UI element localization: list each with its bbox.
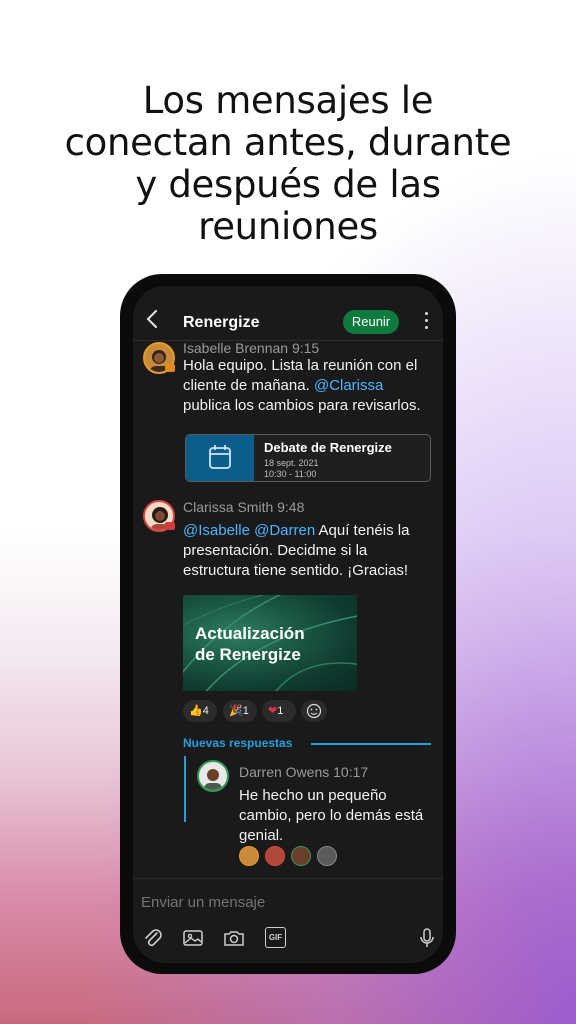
meeting-card[interactable]: Debate de Renergize 18 sept. 2021 10:30 …: [185, 434, 431, 482]
headline-line-4: reuniones: [198, 205, 378, 248]
add-reaction-button[interactable]: [301, 700, 327, 722]
presentation-image[interactable]: Actualización de Renergize: [183, 595, 357, 691]
message-text-part: publica los cambios para revisarlos.: [183, 397, 421, 414]
reaction-count: 1: [242, 705, 249, 717]
composer-divider: [133, 878, 443, 879]
gif-label: GIF: [268, 933, 283, 942]
avatar-darren[interactable]: [197, 760, 229, 792]
new-replies-label: Nuevas respuestas: [183, 736, 293, 750]
mention-isabelle[interactable]: @Isabelle: [183, 522, 250, 539]
status-badge: [165, 522, 175, 530]
reaction-thumbs-up[interactable]: 👍4: [183, 700, 217, 722]
reaction-count: 4: [202, 705, 209, 717]
mention-darren[interactable]: @Darren: [254, 522, 315, 539]
reaction-heart[interactable]: ❤1: [262, 700, 296, 722]
microphone-icon[interactable]: [415, 926, 439, 950]
headline-line-1: Los mensajes le: [142, 79, 434, 122]
headline-line-2: conectan antes, durante: [64, 121, 512, 164]
message-text: Hola equipo. Lista la reunión con el cli…: [183, 356, 423, 416]
image-icon[interactable]: [181, 926, 205, 950]
video-badge-icon: [165, 364, 175, 372]
meeting-datetime: 18 sept. 2021 10:30 - 11:00: [264, 458, 319, 480]
reply-text: He hecho un pequeño cambio, pero lo demá…: [239, 787, 424, 844]
reaction-party[interactable]: 🎉1: [223, 700, 257, 722]
person-icon: [204, 769, 222, 790]
meeting-title: Debate de Renergize: [264, 440, 392, 455]
party-popper-icon: 🎉: [229, 705, 243, 717]
image-caption: Actualización de Renergize: [195, 623, 305, 665]
image-caption-line: de Renergize: [195, 645, 301, 664]
chat-screen: Renergize Reunir Isabelle Brennan 9:15 H…: [133, 286, 443, 963]
image-caption-line: Actualización: [195, 624, 305, 643]
meeting-time: 10:30 - 11:00: [264, 469, 317, 479]
chat-header: Renergize Reunir: [133, 286, 443, 340]
read-receipt-avatar: [317, 846, 337, 866]
meeting-date: 18 sept. 2021: [264, 458, 319, 468]
chat-title: Renergize: [183, 314, 260, 331]
camera-icon[interactable]: [222, 926, 246, 950]
message-author-time: Isabelle Brennan 9:15: [183, 340, 320, 356]
gif-icon[interactable]: GIF: [265, 927, 286, 948]
message-author-time: Clarissa Smith 9:48: [183, 499, 305, 515]
meet-button[interactable]: Reunir: [343, 310, 399, 334]
smiley-icon: [306, 703, 322, 719]
thread-indicator: [184, 756, 186, 822]
mention-clarissa[interactable]: @Clarissa: [314, 377, 383, 394]
read-receipt-avatar: [265, 846, 285, 866]
heart-icon: ❤: [268, 705, 278, 717]
new-replies-divider: [311, 743, 431, 745]
message-input[interactable]: [141, 894, 421, 911]
attach-icon[interactable]: [141, 926, 165, 950]
read-receipt-avatar: [239, 846, 259, 866]
calendar-icon: [209, 445, 231, 469]
headline-line-3: y después de las: [135, 163, 441, 206]
message-text: @Isabelle @Darren Aquí tenéis la present…: [183, 521, 433, 581]
thumbs-up-icon: 👍: [189, 705, 203, 717]
back-arrow-icon[interactable]: [145, 310, 159, 328]
reply-author-time: Darren Owens 10:17: [239, 764, 369, 780]
headline: Los mensajes le conectan antes, durante …: [40, 80, 536, 248]
more-options-icon[interactable]: [425, 312, 429, 330]
reaction-count: 1: [277, 705, 284, 717]
read-receipt-avatar: [291, 846, 311, 866]
meeting-card-icon-area: [186, 435, 254, 481]
